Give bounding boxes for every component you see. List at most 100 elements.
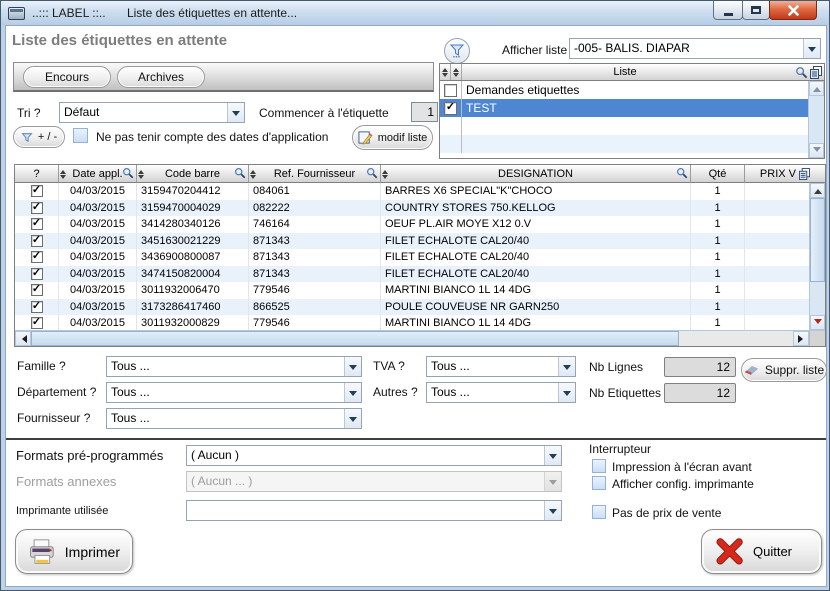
scroll-left-button[interactable] (15, 331, 31, 346)
sort-arrows-icon[interactable] (440, 64, 451, 80)
afficher-liste-dropdown-button[interactable] (803, 39, 820, 58)
row-checkbox[interactable] (31, 268, 43, 280)
cell-barcode: 3159470204412 (137, 183, 249, 200)
list-item-checkbox[interactable] (444, 102, 457, 115)
tri-select[interactable]: Défaut (59, 102, 245, 123)
row-checkbox[interactable] (31, 235, 43, 247)
tva-select[interactable]: Tous ... (426, 356, 576, 377)
minimize-button[interactable] (713, 1, 743, 20)
table-row[interactable]: 04/03/2015 3436900800087 871343 FILET EC… (15, 249, 809, 266)
impression-ecran-checkbox[interactable] (592, 459, 606, 473)
imprimante-select[interactable] (186, 500, 562, 521)
liste-scrollbar[interactable] (808, 81, 824, 158)
cell-check (15, 249, 59, 266)
magnifier-icon[interactable] (795, 66, 808, 79)
table-row[interactable]: 04/03/2015 3474150820004 871343 FILET EC… (15, 266, 809, 283)
autres-dropdown-button[interactable] (558, 383, 575, 402)
maximize-button[interactable] (742, 1, 770, 20)
autres-value: Tous ... (427, 383, 558, 402)
departement-select[interactable]: Tous ... (106, 382, 362, 403)
start-value-field[interactable]: 1 (411, 102, 438, 122)
cell-barcode: 3414280340126 (137, 216, 249, 233)
filter-list-button[interactable] (444, 38, 470, 64)
scroll-up-button[interactable] (810, 183, 825, 198)
row-checkbox[interactable] (31, 301, 43, 313)
list-item-label[interactable]: TEST (462, 99, 808, 117)
plus-minus-filter-button[interactable]: + / - (13, 126, 65, 148)
scroll-up-button[interactable] (809, 81, 824, 96)
row-checkbox[interactable] (31, 202, 43, 214)
magnifier-icon[interactable] (122, 167, 134, 179)
tab-encours[interactable]: Encours (23, 66, 111, 88)
formats-annexes-dropdown-button (544, 472, 561, 491)
cell-designation: POULE COUVEUSE NR GARN250 (381, 299, 691, 316)
quitter-button[interactable]: Quitter (701, 529, 822, 574)
table-row[interactable]: 04/03/2015 3173286417460 866525 POULE CO… (15, 299, 809, 316)
arrow-up-icon (814, 185, 822, 194)
pages-icon[interactable] (799, 168, 810, 180)
fournisseur-dropdown-button[interactable] (344, 409, 361, 428)
magnifier-icon[interactable] (366, 167, 378, 179)
imprimante-dropdown-button[interactable] (544, 501, 561, 520)
afficher-liste-select[interactable]: -005- BALIS. DIAPAR (569, 38, 821, 59)
tab-archives[interactable]: Archives (117, 66, 205, 88)
close-button[interactable] (769, 1, 817, 20)
table-row[interactable]: 04/03/2015 3011932006470 779546 MARTINI … (15, 282, 809, 299)
list-item-checkbox[interactable] (444, 84, 457, 97)
row-checkbox[interactable] (31, 218, 43, 230)
scroll-right-button[interactable] (793, 331, 809, 346)
row-checkbox[interactable] (31, 284, 43, 296)
table-row[interactable]: 04/03/2015 3159470204412 084061 BARRES X… (15, 183, 809, 200)
pas-de-prix-checkbox[interactable] (592, 505, 606, 519)
table-row[interactable]: 04/03/2015 3451630021229 871343 FILET EC… (15, 233, 809, 250)
cell-price (745, 282, 809, 299)
scrollbar-thumb[interactable] (810, 198, 825, 282)
ignore-dates-checkbox[interactable] (73, 128, 88, 143)
column-header-date[interactable]: Date appl. (59, 165, 137, 183)
list-item-label[interactable]: Demandes etiquettes (462, 81, 808, 99)
magnifier-icon[interactable] (676, 167, 688, 179)
pages-icon[interactable] (810, 66, 822, 79)
tri-dropdown-button[interactable] (227, 103, 244, 122)
column-header-price[interactable]: PRIX V (745, 165, 825, 183)
table-horizontal-scrollbar[interactable] (15, 330, 825, 346)
chevron-down-icon (563, 365, 571, 374)
magnifier-icon[interactable] (234, 167, 246, 179)
tva-dropdown-button[interactable] (558, 357, 575, 376)
row-checkbox[interactable] (31, 251, 43, 263)
liste-panel-header[interactable]: Liste (440, 64, 824, 81)
table-row[interactable]: 04/03/2015 3414280340126 746164 OEUF PL.… (15, 216, 809, 233)
plus-minus-label: + / - (38, 131, 57, 143)
column-header-qty[interactable]: Qté (691, 165, 745, 183)
suppr-liste-button[interactable]: Suppr. liste (741, 358, 827, 382)
famille-dropdown-button[interactable] (344, 357, 361, 376)
scrollbar-track[interactable] (679, 331, 793, 346)
liste-column-header[interactable]: Liste (462, 66, 788, 78)
row-checkbox[interactable] (31, 317, 43, 329)
famille-select[interactable]: Tous ... (106, 356, 362, 377)
list-item[interactable]: TEST (440, 99, 808, 117)
table-vertical-scrollbar[interactable] (809, 183, 825, 330)
row-checkbox[interactable] (31, 185, 43, 197)
scroll-down-button[interactable] (809, 143, 824, 158)
afficher-config-checkbox[interactable] (592, 476, 606, 490)
scroll-down-button[interactable] (810, 315, 825, 330)
departement-dropdown-button[interactable] (344, 383, 361, 402)
titlebar[interactable]: ..::: LABEL ::.. Liste des étiquettes en… (1, 1, 829, 25)
column-header-designation[interactable]: DESIGNATION (381, 165, 691, 183)
column-header-barcode[interactable]: Code barre (137, 165, 249, 183)
table-row[interactable]: 04/03/2015 3011932000829 779546 MARTINI … (15, 315, 809, 330)
scrollbar-thumb[interactable] (31, 331, 679, 346)
list-item[interactable]: Demandes etiquettes (440, 81, 808, 99)
formats-preprogrammes-dropdown-button[interactable] (544, 446, 561, 465)
modif-liste-button[interactable]: modif liste (352, 125, 433, 150)
sort-arrows-icon[interactable] (451, 64, 462, 80)
cell-check (15, 282, 59, 299)
fournisseur-select[interactable]: Tous ... (106, 408, 362, 429)
column-header-ref[interactable]: Ref. Fournisseur (249, 165, 381, 183)
column-header-check[interactable]: ? (15, 165, 59, 183)
table-row[interactable]: 04/03/2015 3159470004029 082222 COUNTRY … (15, 200, 809, 217)
formats-preprogrammes-select[interactable]: ( Aucun ) (186, 445, 562, 466)
autres-select[interactable]: Tous ... (426, 382, 576, 403)
imprimer-button[interactable]: Imprimer (15, 529, 133, 574)
